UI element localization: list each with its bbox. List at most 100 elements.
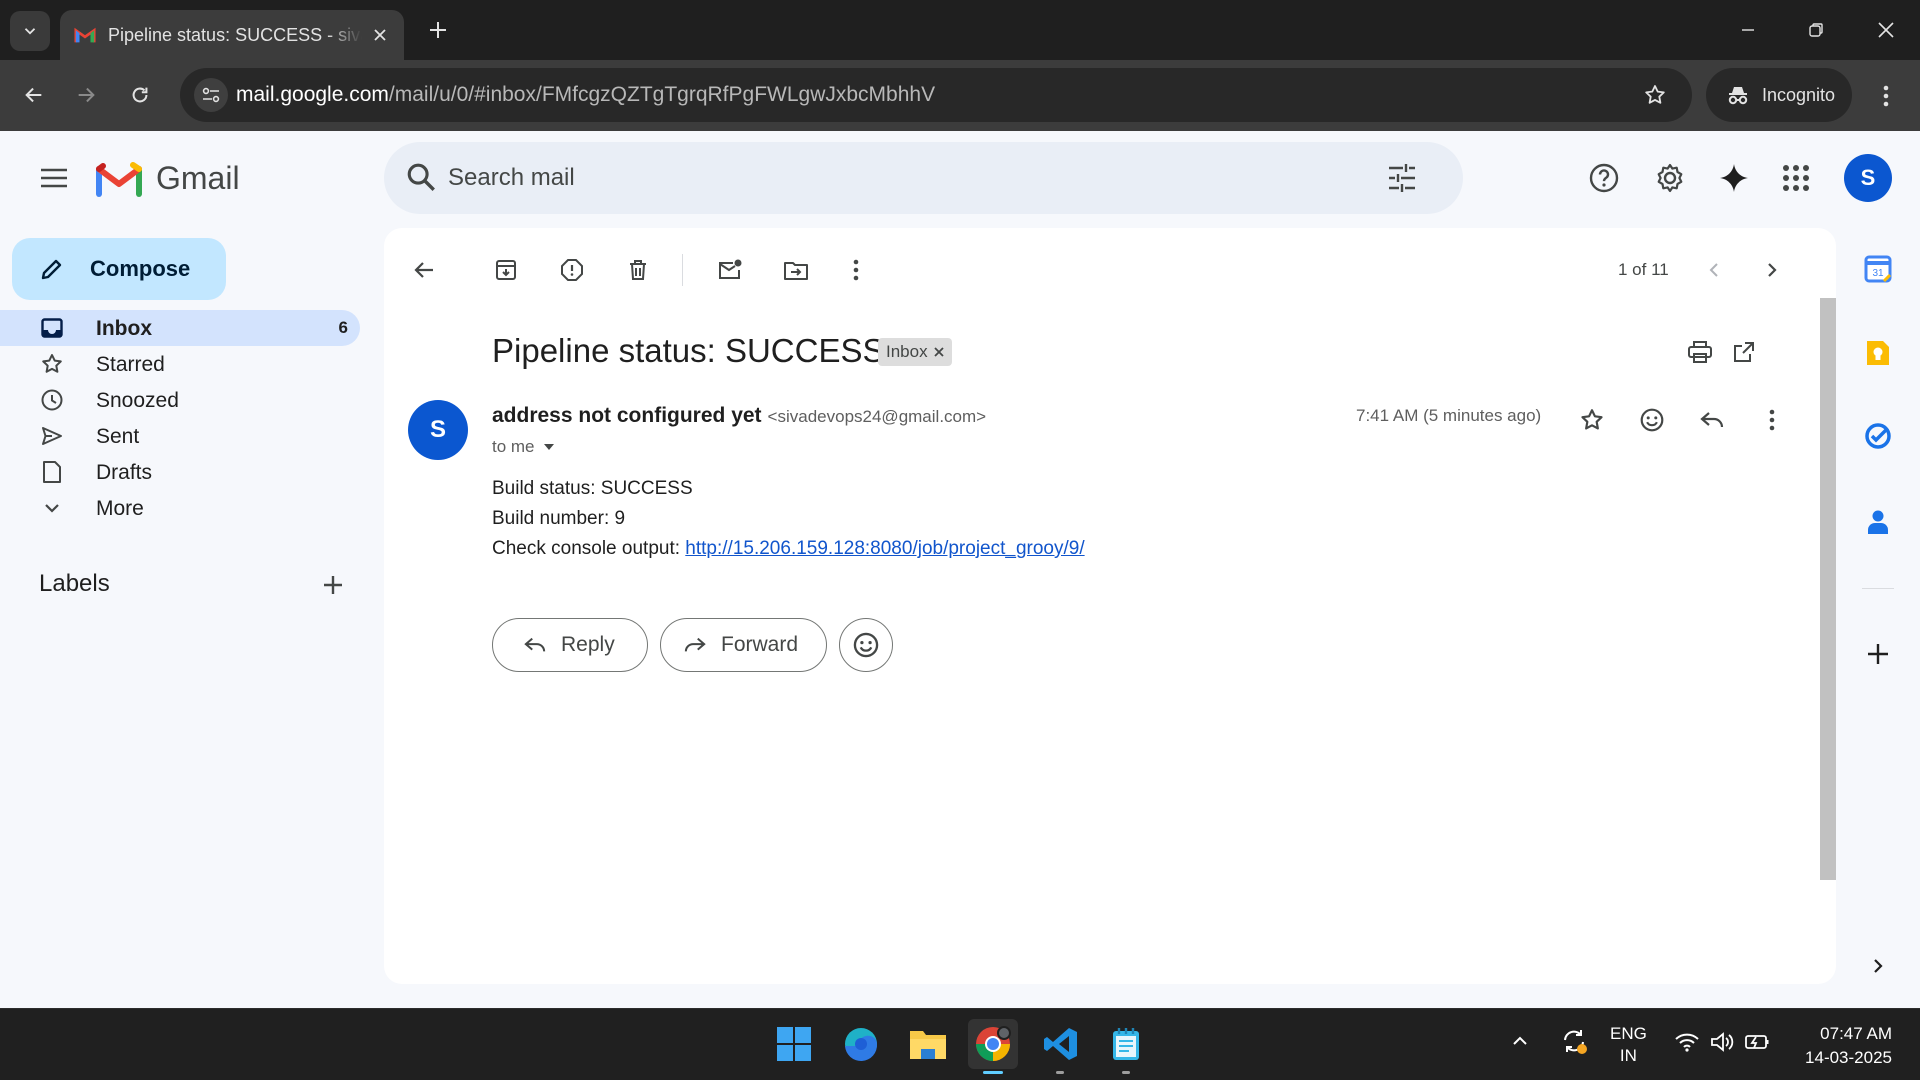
site-info-button[interactable] xyxy=(194,78,228,112)
help-button[interactable] xyxy=(1580,154,1628,202)
delete-button[interactable] xyxy=(618,250,658,290)
input-language-button[interactable]: ENG IN xyxy=(1610,1023,1647,1067)
main-menu-button[interactable] xyxy=(34,158,74,198)
vscode-running-indicator xyxy=(1056,1071,1064,1074)
bookmark-button[interactable] xyxy=(1640,80,1670,110)
tasks-app-button[interactable] xyxy=(1860,418,1896,454)
inbox-label-chip[interactable]: Inbox xyxy=(878,338,952,366)
back-button[interactable] xyxy=(14,75,54,115)
clock-button[interactable]: 07:47 AM 14-03-2025 xyxy=(1796,1022,1892,1070)
edge-taskbar-button[interactable] xyxy=(836,1019,886,1069)
add-reaction-button[interactable] xyxy=(1630,398,1674,442)
archive-button[interactable] xyxy=(486,250,526,290)
recipient-details-toggle[interactable]: to me xyxy=(492,437,555,457)
body-build-status: Build status: SUCCESS xyxy=(492,478,693,499)
mark-unread-icon xyxy=(719,259,742,279)
search-options-button[interactable] xyxy=(1384,160,1420,196)
minimize-button[interactable] xyxy=(1726,12,1770,48)
search-input[interactable] xyxy=(448,156,1348,200)
wifi-icon xyxy=(1675,1033,1699,1052)
send-icon xyxy=(40,424,64,448)
nav-item-more[interactable]: More xyxy=(0,490,360,526)
nav-item-inbox[interactable]: Inbox 6 xyxy=(0,310,360,346)
calendar-app-button[interactable]: 31 xyxy=(1860,251,1896,287)
get-addons-button[interactable] xyxy=(1860,636,1896,672)
account-avatar[interactable]: S xyxy=(1844,154,1892,202)
older-button[interactable] xyxy=(1752,250,1792,290)
more-actions-button[interactable] xyxy=(836,250,876,290)
reply-label: Reply xyxy=(561,633,615,656)
console-output-link[interactable]: http://15.206.159.128:8080/job/project_g… xyxy=(685,538,1084,559)
file-explorer-taskbar-button[interactable] xyxy=(903,1019,953,1069)
move-to-folder-icon xyxy=(784,262,808,280)
contacts-app-button[interactable] xyxy=(1860,504,1896,540)
forward-pill-button[interactable]: Forward xyxy=(660,618,827,672)
compose-button[interactable]: Compose xyxy=(12,238,226,300)
address-bar[interactable]: mail.google.com/mail/u/0/#inbox/FMfcgzQZ… xyxy=(180,68,1692,122)
start-button[interactable] xyxy=(769,1019,819,1069)
browser-tab[interactable]: Pipeline status: SUCCESS - sivadevops24@… xyxy=(60,10,404,60)
forward-button[interactable] xyxy=(66,75,106,115)
quick-settings-button[interactable] xyxy=(1674,1031,1770,1053)
close-window-button[interactable] xyxy=(1864,12,1908,48)
side-panel-divider xyxy=(1862,588,1894,589)
reload-button[interactable] xyxy=(120,75,160,115)
restore-button[interactable] xyxy=(1794,12,1838,48)
tab-search-button[interactable] xyxy=(10,11,50,51)
settings-button[interactable] xyxy=(1646,154,1694,202)
chevron-right-icon xyxy=(1874,959,1883,973)
new-tab-button[interactable] xyxy=(422,14,454,46)
nav-item-sent[interactable]: Sent xyxy=(0,418,360,454)
back-to-inbox-button[interactable] xyxy=(404,250,444,290)
create-label-button[interactable] xyxy=(316,568,350,602)
keep-app-button[interactable] xyxy=(1860,335,1896,371)
incognito-indicator[interactable]: Incognito xyxy=(1706,68,1852,122)
folder-icon xyxy=(910,1031,946,1059)
nav-label-more: More xyxy=(96,497,144,520)
vscode-taskbar-button[interactable] xyxy=(1036,1019,1086,1069)
newer-button[interactable] xyxy=(1694,250,1734,290)
kebab-menu-icon xyxy=(1769,409,1775,431)
reply-pill-button[interactable]: Reply xyxy=(492,618,648,672)
gmail-logo[interactable]: Gmail xyxy=(96,160,240,197)
star-message-button[interactable] xyxy=(1570,398,1614,442)
move-to-button[interactable] xyxy=(776,250,816,290)
edge-icon xyxy=(845,1028,878,1062)
windows-taskbar: ENG IN 07:47 AM 14-03-2025 xyxy=(0,1008,1920,1080)
message-timestamp: 7:41 AM (5 minutes ago) xyxy=(1356,406,1542,425)
plus-icon xyxy=(1868,644,1888,664)
browser-menu-button[interactable] xyxy=(1868,78,1904,114)
caret-down-icon xyxy=(543,444,554,450)
scrollbar[interactable] xyxy=(1820,298,1836,880)
reply-button[interactable] xyxy=(1690,398,1734,442)
sender-avatar[interactable]: S xyxy=(408,400,468,460)
star-outline-icon xyxy=(1581,409,1603,430)
show-hidden-icons-button[interactable] xyxy=(1510,1031,1530,1051)
message-more-button[interactable] xyxy=(1750,398,1794,442)
close-icon[interactable] xyxy=(372,27,388,43)
sync-status-button[interactable] xyxy=(1560,1027,1588,1055)
google-apps-button[interactable] xyxy=(1772,154,1820,202)
reply-icon xyxy=(524,637,546,652)
nav-item-starred[interactable]: Starred xyxy=(0,346,360,382)
mark-unread-button[interactable] xyxy=(710,250,750,290)
emoji-reaction-button[interactable] xyxy=(839,618,893,672)
report-spam-button[interactable] xyxy=(552,250,592,290)
nav-item-snoozed[interactable]: Snoozed xyxy=(0,382,360,418)
volume-icon xyxy=(1711,1032,1734,1052)
gemini-button[interactable] xyxy=(1710,154,1758,202)
search-icon[interactable] xyxy=(404,160,438,194)
sync-icon xyxy=(1564,1030,1587,1054)
notepad-taskbar-button[interactable] xyxy=(1101,1019,1151,1069)
show-side-panel-button[interactable] xyxy=(1860,948,1896,984)
body-console-line: Check console output: http://15.206.159.… xyxy=(492,534,1085,564)
print-button[interactable] xyxy=(1680,332,1720,372)
clock-time: 07:47 AM xyxy=(1820,1024,1892,1043)
chrome-taskbar-button[interactable] xyxy=(968,1019,1018,1069)
help-icon xyxy=(1589,163,1619,193)
sender-name[interactable]: address not configured yet xyxy=(492,404,762,427)
nav-item-drafts[interactable]: Drafts xyxy=(0,454,360,490)
clock-date: 14-03-2025 xyxy=(1805,1048,1892,1067)
remove-label-icon[interactable] xyxy=(933,347,944,357)
open-in-new-window-button[interactable] xyxy=(1724,332,1764,372)
